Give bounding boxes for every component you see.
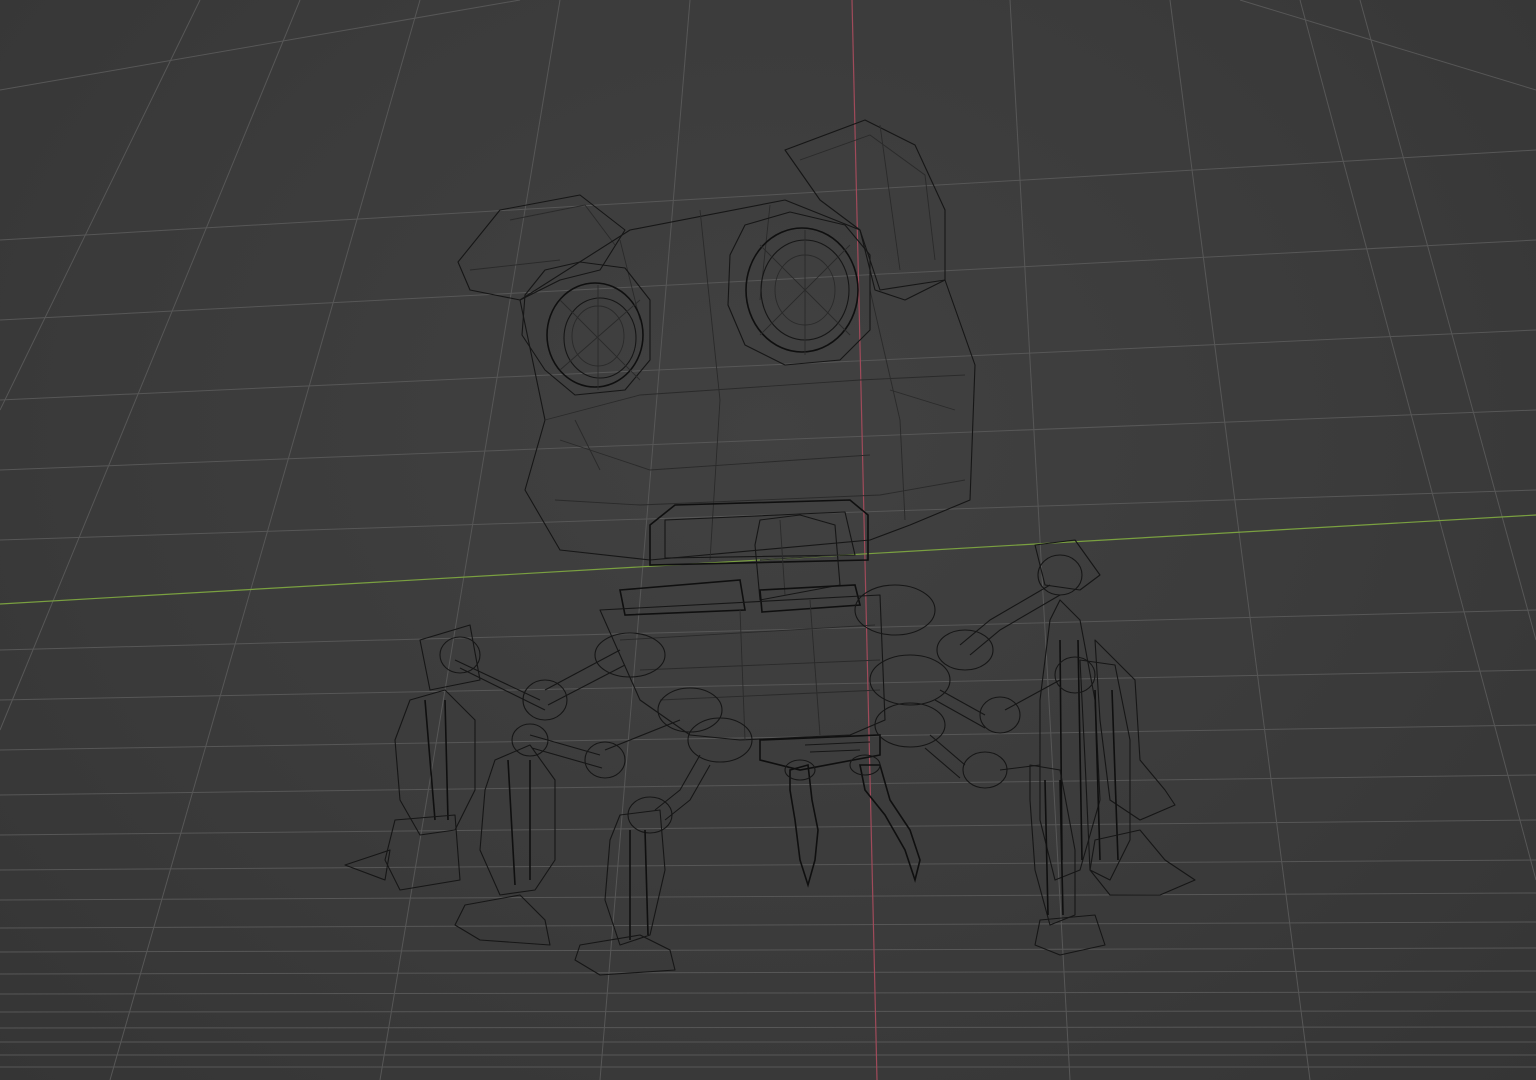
- leg-left-middle: [454, 687, 723, 946]
- head-left-ear: [457, 194, 626, 301]
- leg-right-inner: [874, 702, 1076, 926]
- 3d-viewport[interactable]: [0, 0, 1536, 1080]
- torso: [599, 594, 886, 771]
- viewport-scene[interactable]: [0, 0, 1536, 1080]
- leg-left-inner: [574, 717, 753, 976]
- leg-left-outer: [344, 624, 666, 891]
- perspective-grid: [0, 0, 1536, 1080]
- leg-right-outer: [854, 539, 1176, 956]
- leg-right-middle: [869, 654, 1196, 896]
- robot-frog-wireframe[interactable]: [344, 119, 1196, 976]
- right-eye: [727, 211, 871, 366]
- front-fangs: [784, 754, 921, 888]
- head-body: [519, 199, 976, 561]
